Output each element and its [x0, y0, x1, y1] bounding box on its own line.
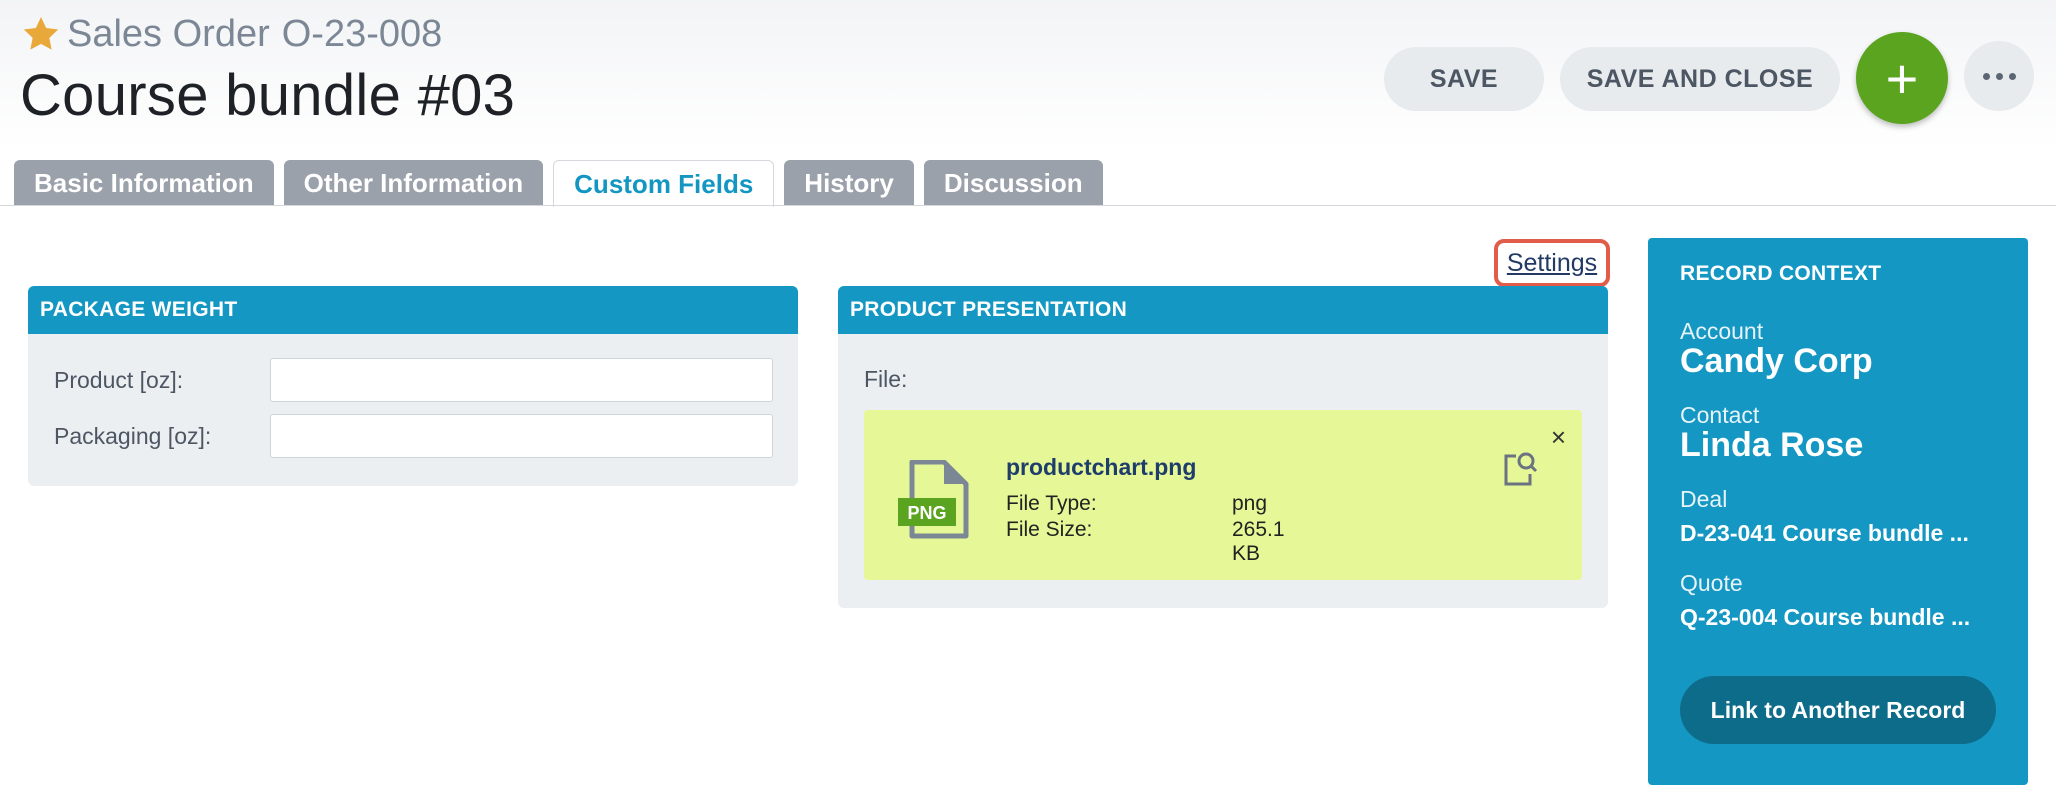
panel-title: PRODUCT PRESENTATION — [838, 286, 1608, 334]
save-button[interactable]: SAVE — [1384, 47, 1544, 111]
packaging-weight-row: Packaging [oz]: — [54, 414, 773, 458]
contact-label: Contact — [1680, 402, 1760, 428]
account-value[interactable]: Candy Corp — [1680, 342, 1873, 381]
add-button[interactable]: + — [1856, 32, 1948, 124]
tab-custom-fields[interactable]: Custom Fields — [553, 160, 775, 207]
product-weight-row: Product [oz]: — [54, 358, 773, 402]
more-horizontal-icon — [1982, 72, 2016, 80]
page-title: Course bundle #03 — [20, 63, 516, 128]
file-card[interactable]: PNG productchart.png File Type: png File… — [864, 410, 1582, 580]
save-and-close-button[interactable]: SAVE AND CLOSE — [1560, 47, 1840, 111]
record-subheader: Sales Order O-23-008 — [21, 12, 442, 56]
account-label: Account — [1680, 318, 1764, 344]
settings-link[interactable]: Settings — [1494, 239, 1610, 287]
tab-bar: Basic Information Other Information Cust… — [14, 160, 1103, 207]
product-presentation-panel: PRODUCT PRESENTATION File: PNG productch… — [838, 286, 1608, 608]
link-to-another-record-button[interactable]: Link to Another Record — [1680, 676, 1996, 744]
record-context-title: RECORD CONTEXT — [1680, 262, 1882, 285]
product-weight-input[interactable] — [270, 358, 773, 402]
png-file-icon: PNG — [898, 460, 969, 539]
record-context-panel: RECORD CONTEXT Account Candy Corp Contac… — [1648, 238, 2028, 785]
file-size-label: File Size: — [1006, 518, 1093, 541]
file-label: File: — [864, 366, 908, 392]
field-label: Packaging [oz]: — [54, 422, 212, 449]
more-options-button[interactable] — [1964, 41, 2034, 111]
package-weight-panel: PACKAGE WEIGHT Product [oz]: Packaging [… — [28, 286, 798, 486]
star-icon[interactable] — [21, 14, 61, 54]
file-type-label: File Type: — [1006, 492, 1097, 515]
field-label: Product [oz]: — [54, 366, 184, 393]
file-name[interactable]: productchart.png — [1006, 454, 1196, 481]
quote-value[interactable]: Q-23-004 Course bundle ... — [1680, 604, 1970, 631]
file-type-row: File Type: png — [1006, 492, 1267, 516]
tab-discussion[interactable]: Discussion — [923, 160, 1103, 206]
deal-label: Deal — [1680, 486, 1728, 512]
contact-value[interactable]: Linda Rose — [1680, 426, 1863, 465]
panel-title: PACKAGE WEIGHT — [28, 286, 798, 334]
tab-history[interactable]: History — [784, 160, 914, 206]
tab-other-information[interactable]: Other Information — [283, 160, 544, 206]
entity-type: Sales Order — [67, 12, 270, 55]
close-icon[interactable]: × — [1551, 422, 1566, 453]
file-size-row: File Size: 265.1 KB — [1006, 518, 1285, 565]
deal-value[interactable]: D-23-041 Course bundle ... — [1680, 520, 1969, 547]
file-badge: PNG — [907, 503, 946, 523]
tab-basic-information[interactable]: Basic Information — [14, 160, 274, 206]
packaging-weight-input[interactable] — [270, 414, 773, 458]
preview-icon[interactable] — [1502, 450, 1538, 486]
record-number: O-23-008 — [281, 12, 443, 55]
quote-label: Quote — [1680, 570, 1743, 596]
file-size-value: 265.1 KB — [1232, 518, 1285, 565]
tab-divider — [0, 205, 2056, 206]
file-type-value: png — [1232, 492, 1268, 515]
